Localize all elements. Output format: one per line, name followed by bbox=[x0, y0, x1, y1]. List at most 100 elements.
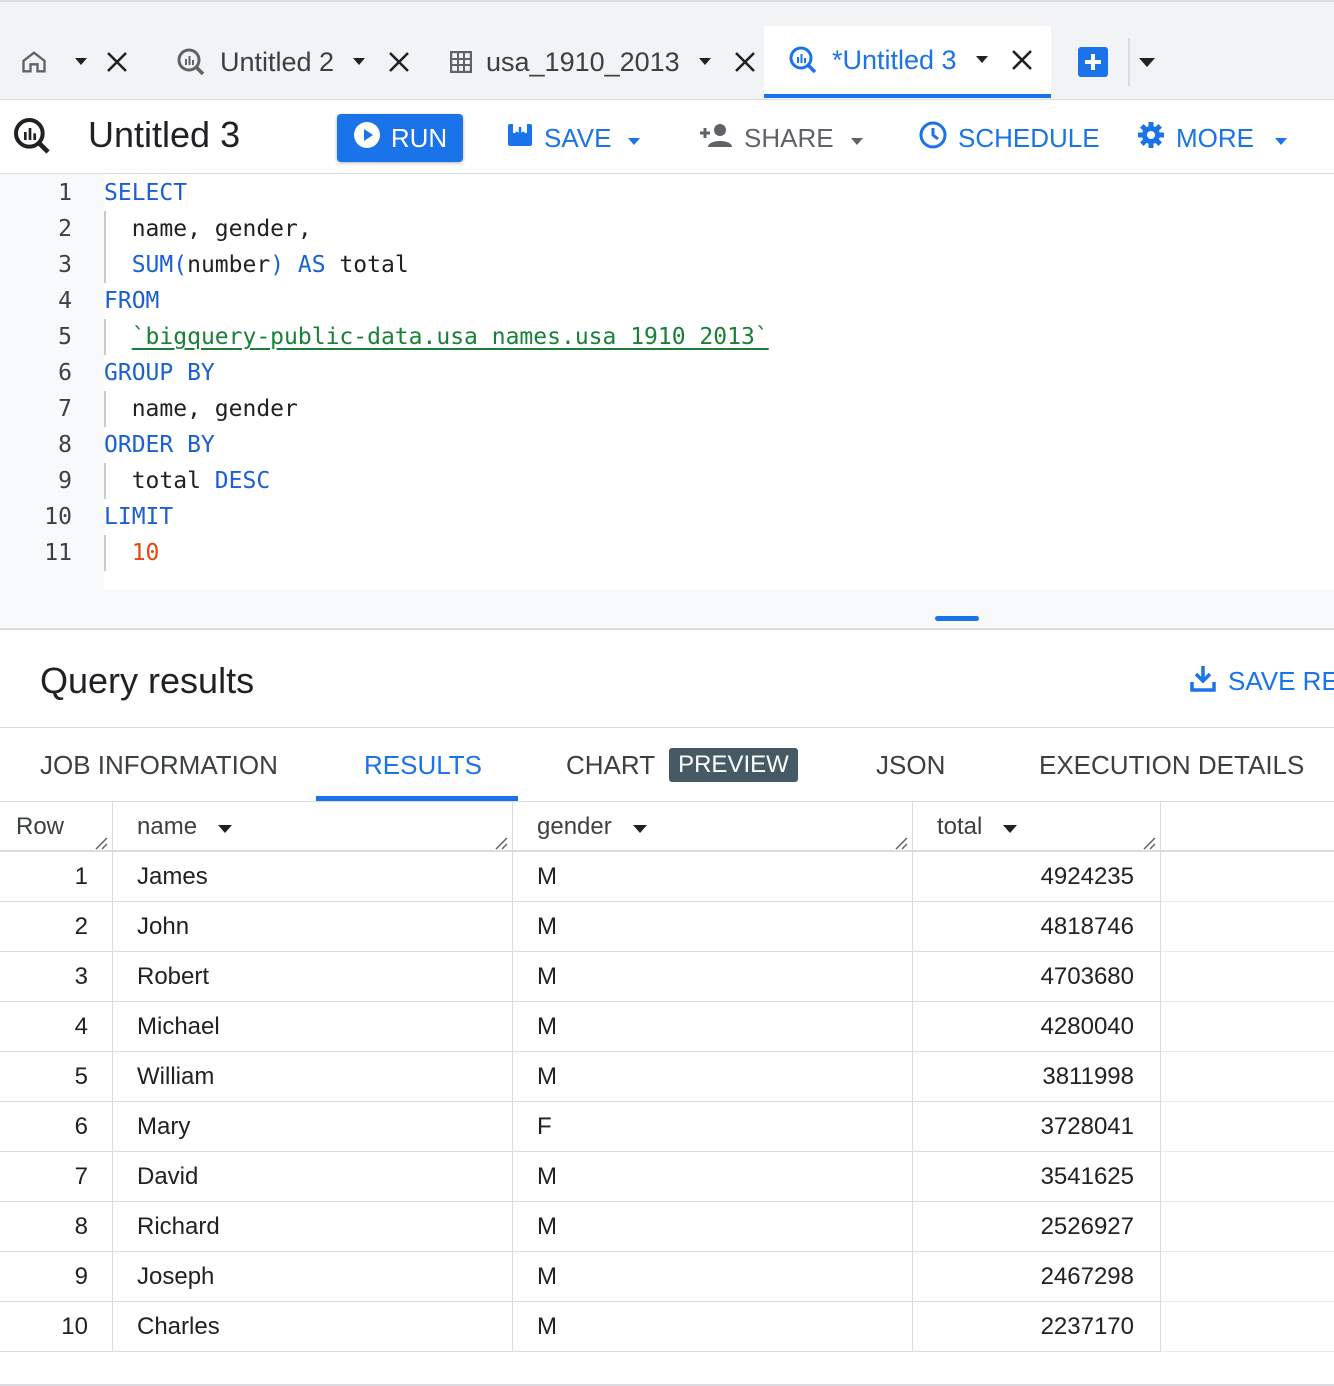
chevron-down-icon[interactable] bbox=[975, 55, 989, 65]
code-line[interactable]: 3 SUM(number) AS total bbox=[0, 247, 1334, 283]
save-button[interactable]: SAVE bbox=[506, 116, 641, 160]
code-token: total bbox=[339, 252, 409, 278]
line-number: 9 bbox=[58, 468, 72, 494]
table-reference[interactable]: `bigquery-public-data.usa_names.usa_1910… bbox=[132, 324, 769, 350]
chevron-down-icon bbox=[627, 123, 641, 154]
column-header-row: Row bbox=[16, 802, 64, 852]
close-icon[interactable] bbox=[1011, 49, 1033, 71]
cell-gender: M bbox=[537, 963, 557, 990]
tab-chart[interactable]: CHART PREVIEW bbox=[566, 728, 798, 802]
more-button[interactable]: MORE bbox=[1136, 116, 1288, 160]
chevron-down-icon[interactable] bbox=[74, 57, 88, 67]
query-icon bbox=[788, 45, 818, 75]
chevron-down-icon[interactable] bbox=[698, 57, 712, 67]
code-line[interactable]: 6 GROUP BY bbox=[0, 355, 1334, 391]
row-number: 10 bbox=[61, 1313, 88, 1340]
chevron-down-icon[interactable] bbox=[352, 57, 366, 67]
code-editor[interactable]: 1 SELECT 2 name, gender, 3 SUM(number) AS t… bbox=[0, 174, 1334, 630]
row-number: 5 bbox=[74, 1063, 88, 1090]
share-button[interactable]: SHARE bbox=[700, 116, 864, 160]
table-row[interactable]: 5 William M 3811998 bbox=[0, 1052, 1334, 1102]
tab-untitled-2[interactable]: Untitled 2 bbox=[176, 26, 410, 98]
cell-gender: F bbox=[537, 1113, 552, 1140]
resize-handle-icon[interactable] bbox=[1142, 836, 1156, 850]
chevron-down-icon[interactable] bbox=[1138, 56, 1156, 74]
column-header-gender[interactable]: gender bbox=[537, 802, 648, 852]
tab-label: *Untitled 3 bbox=[832, 44, 957, 75]
resize-handle-icon[interactable] bbox=[94, 836, 108, 850]
query-title[interactable]: Untitled 3 bbox=[88, 114, 240, 156]
sort-icon[interactable] bbox=[217, 813, 233, 841]
line-number: 7 bbox=[58, 396, 72, 422]
tab-results[interactable]: RESULTS bbox=[364, 728, 482, 802]
table-row[interactable]: 8 Richard M 2526927 bbox=[0, 1202, 1334, 1252]
save-icon bbox=[506, 121, 534, 156]
schedule-icon bbox=[918, 120, 948, 157]
sql-keyword: DESC bbox=[214, 468, 271, 494]
save-results-button[interactable]: SAVE RES bbox=[1190, 664, 1334, 699]
table-row[interactable]: 3 Robert M 4703680 bbox=[0, 952, 1334, 1002]
code-line[interactable]: 1 SELECT bbox=[0, 175, 1334, 211]
sql-keyword: FROM bbox=[104, 288, 160, 314]
code-line[interactable]: 2 name, gender, bbox=[0, 211, 1334, 247]
download-icon bbox=[1190, 664, 1216, 699]
row-divider bbox=[0, 1351, 1160, 1352]
schedule-button[interactable]: SCHEDULE bbox=[918, 116, 1100, 160]
row-number: 1 bbox=[74, 863, 88, 890]
cell-name: Joseph bbox=[137, 1263, 215, 1290]
divider bbox=[0, 0, 1334, 2]
table-row[interactable]: 7 David M 3541625 bbox=[0, 1152, 1334, 1202]
code-line[interactable]: 4 FROM bbox=[0, 283, 1334, 319]
table-row[interactable]: 1 James M 4924235 bbox=[0, 852, 1334, 902]
cell-name: Michael bbox=[137, 1013, 220, 1040]
resize-handle-icon[interactable] bbox=[494, 836, 508, 850]
code-text: name, gender bbox=[104, 391, 298, 427]
tab-label: JSON bbox=[876, 749, 946, 780]
row-number: 4 bbox=[74, 1013, 88, 1040]
query-icon bbox=[12, 116, 52, 161]
column-label: total bbox=[937, 813, 983, 840]
table-row[interactable]: 2 John M 4818746 bbox=[0, 902, 1334, 952]
resize-handle-icon[interactable] bbox=[894, 836, 908, 850]
code-line[interactable]: 7 name, gender bbox=[0, 391, 1334, 427]
cell-gender: M bbox=[537, 1063, 557, 1090]
chevron-down-icon bbox=[850, 123, 864, 154]
column-header-total[interactable]: total bbox=[937, 802, 1018, 852]
code-line[interactable]: 10 LIMIT bbox=[0, 499, 1334, 535]
tab-home[interactable] bbox=[20, 26, 128, 98]
code-line[interactable]: 8 ORDER BY bbox=[0, 427, 1334, 463]
share-icon bbox=[700, 122, 734, 155]
code-line[interactable]: 11 10 bbox=[0, 535, 1334, 571]
number-literal: 10 bbox=[131, 540, 160, 566]
column-divider bbox=[1160, 802, 1161, 1352]
tab-job-information[interactable]: JOB INFORMATION bbox=[40, 728, 278, 802]
sort-icon[interactable] bbox=[632, 813, 648, 841]
tab-label: RESULTS bbox=[364, 749, 482, 780]
table-row[interactable]: 9 Joseph M 2467298 bbox=[0, 1252, 1334, 1302]
code-line[interactable]: 9 total DESC bbox=[0, 463, 1334, 499]
resize-handle-icon[interactable] bbox=[935, 616, 979, 621]
table-row[interactable]: 10 Charles M 2237170 bbox=[0, 1302, 1334, 1352]
code-text: SUM(number) AS total bbox=[104, 247, 409, 283]
sql-keyword: ) bbox=[270, 252, 285, 278]
close-icon[interactable] bbox=[734, 51, 756, 73]
divider bbox=[1128, 38, 1130, 86]
code-line[interactable]: 5 `bigquery-public-data.usa_names.usa_19… bbox=[0, 319, 1334, 355]
sort-icon[interactable] bbox=[1002, 813, 1018, 841]
tab-execution-details[interactable]: EXECUTION DETAILS bbox=[1039, 728, 1304, 802]
add-tab-icon[interactable] bbox=[1078, 47, 1108, 77]
tab-untitled-3[interactable]: *Untitled 3 bbox=[764, 26, 1051, 98]
tab-usa-1910-2013[interactable]: usa_1910_2013 bbox=[450, 26, 756, 98]
close-icon[interactable] bbox=[388, 51, 410, 73]
table-row[interactable]: 4 Michael M 4280040 bbox=[0, 1002, 1334, 1052]
table-row[interactable]: 6 Mary F 3728041 bbox=[0, 1102, 1334, 1152]
editor-toolbar: Untitled 3 RUN SAVE SHARE SCHEDULE MORE bbox=[0, 100, 1334, 174]
close-icon[interactable] bbox=[106, 51, 128, 73]
tab-json[interactable]: JSON bbox=[876, 728, 945, 802]
query-icon bbox=[176, 47, 206, 77]
run-button[interactable]: RUN bbox=[337, 114, 463, 162]
home-icon bbox=[20, 48, 48, 76]
column-header-name[interactable]: name bbox=[137, 802, 233, 852]
cell-total: 3811998 bbox=[1042, 1063, 1134, 1090]
